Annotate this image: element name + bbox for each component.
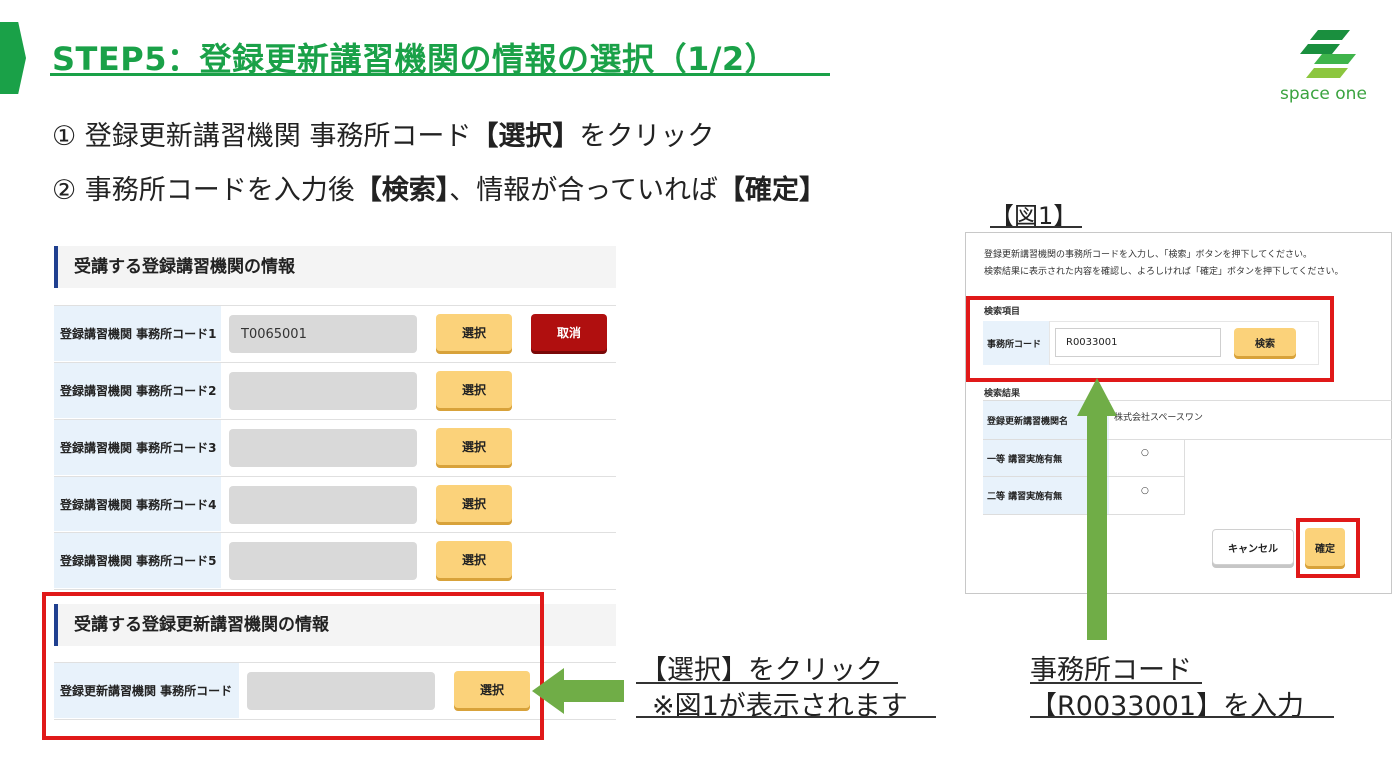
result-first-class-value: ○ <box>1141 448 1149 458</box>
instruction-step2-bold1: 【検索】 <box>354 175 450 206</box>
title-marker <box>0 22 26 94</box>
instruction-step2-text: ② 事務所コードを入力後 <box>52 175 355 206</box>
logo-text: space one <box>1280 84 1367 104</box>
office-code-5-label: 登録講習機関 事務所コード5 <box>54 533 221 588</box>
section-registered-institution-heading: 受講する登録講習機関の情報 <box>54 246 616 288</box>
instruction-step2-bold2: 【確定】 <box>717 175 826 206</box>
row-divider <box>54 589 616 590</box>
confirm-button-highlight <box>1296 518 1360 578</box>
figure1-instruction-1: 登録更新講習機関の事務所コードを入力し、「検索」ボタンを押下してください。 <box>984 250 1312 260</box>
office-code-3-label: 登録講習機関 事務所コード3 <box>54 420 221 475</box>
select-button-5[interactable]: 選択 <box>436 541 512 578</box>
select-button-4[interactable]: 選択 <box>436 485 512 522</box>
office-code-5-field[interactable] <box>229 542 417 580</box>
select-button-1[interactable]: 選択 <box>436 314 512 351</box>
office-code-4-label: 登録講習機関 事務所コード4 <box>54 477 221 531</box>
caption-underline <box>636 716 936 718</box>
renewal-section-highlight <box>42 592 544 740</box>
office-code-1-label: 登録講習機関 事務所コード1 <box>54 306 221 361</box>
instruction-step1-text: ① 登録更新講習機関 事務所コード <box>52 121 472 152</box>
results-heading: 検索結果 <box>984 389 1021 399</box>
title-underline <box>50 73 830 76</box>
figure1-cancel-button[interactable]: キャンセル <box>1212 529 1294 565</box>
office-code-4-field[interactable] <box>229 486 417 524</box>
figure1-instruction-2: 検索結果に表示された内容を確認し、よろしければ「確定」ボタンを押下してください。 <box>984 267 1344 277</box>
result-institution-name-value: 株式会社スペースワン <box>1114 413 1203 423</box>
search-section-highlight <box>966 296 1334 382</box>
office-code-2-field[interactable] <box>229 372 417 410</box>
instruction-step1: ① 登録更新講習機関 事務所コード【選択】をクリック <box>52 114 714 153</box>
office-code-1-field[interactable]: T0065001 <box>229 315 417 353</box>
caption-underline <box>1030 716 1334 718</box>
select-button-2[interactable]: 選択 <box>436 371 512 408</box>
space-one-logo-icon <box>1300 30 1356 78</box>
office-code-2-label: 登録講習機関 事務所コード2 <box>54 363 221 418</box>
office-code-3-field[interactable] <box>229 429 417 467</box>
cancel-button-1[interactable]: 取消 <box>531 314 607 351</box>
select-button-3[interactable]: 選択 <box>436 428 512 465</box>
figure1-label-underline <box>990 226 1082 228</box>
instruction-step1-bold: 【選択】 <box>471 121 580 152</box>
result-second-class-value: ○ <box>1141 486 1149 496</box>
arrow-up-icon <box>1077 378 1117 640</box>
instruction-step2: ② 事務所コードを入力後【検索】、情報が合っていれば【確定】 <box>52 168 826 207</box>
result-first-class-cell <box>1109 440 1185 476</box>
instruction-step2-mid: 、情報が合っていれば <box>449 175 718 206</box>
instruction-step1-suffix: をクリック <box>579 121 715 152</box>
arrow-left-icon <box>532 668 624 714</box>
